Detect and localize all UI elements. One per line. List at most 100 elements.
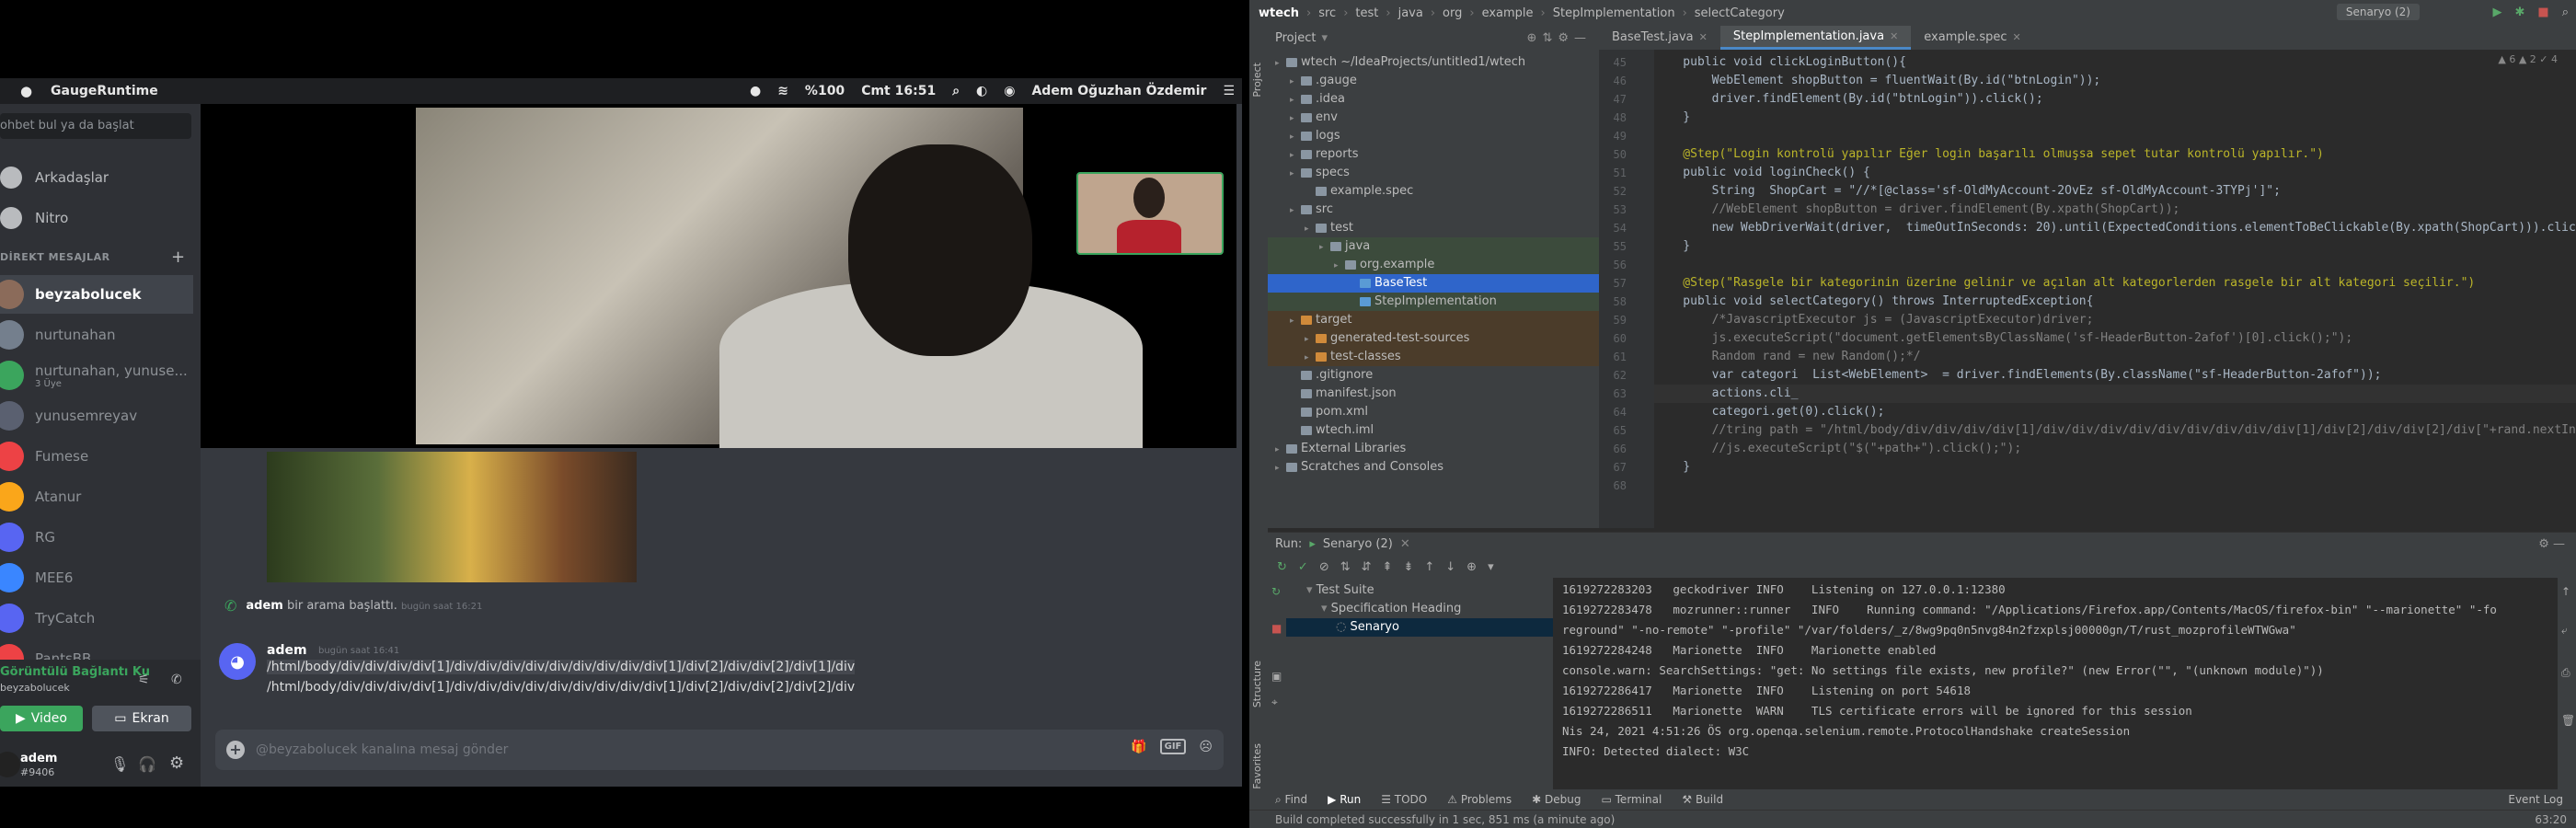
- cursor-position[interactable]: 63:20: [2535, 813, 2567, 826]
- tree-item[interactable]: ▸ wtech ~/IdeaProjects/untitled1/wtech: [1268, 53, 1599, 72]
- chevron-right-icon[interactable]: ▸: [1290, 146, 1301, 165]
- dm-item[interactable]: nurtunahan, yunuse... 3 Üye: [0, 356, 193, 395]
- chevron-right-icon[interactable]: ▸: [1290, 73, 1301, 91]
- show-ignored-icon[interactable]: ⊘: [1319, 560, 1329, 574]
- upload-plus-icon[interactable]: +: [226, 741, 245, 759]
- project-view-selector[interactable]: Project: [1275, 31, 1316, 45]
- battery-label[interactable]: %100: [805, 84, 845, 98]
- settings-gear-icon[interactable]: ⚙: [169, 753, 184, 773]
- tab-stepimplementation[interactable]: StepImplementation.java ✕: [1719, 25, 1912, 50]
- dm-item[interactable]: MEE6: [0, 558, 193, 597]
- image-attachment[interactable]: [267, 452, 637, 582]
- headphones-icon[interactable]: 🎧: [138, 755, 156, 773]
- rerun-icon[interactable]: ↻: [1277, 560, 1287, 574]
- run-config-selector[interactable]: Senaryo (2): [2336, 4, 2420, 20]
- sort-icon[interactable]: ⇅: [1340, 560, 1351, 574]
- test-tree-item[interactable]: ▾ Test Suite: [1286, 581, 1553, 600]
- tree-item[interactable]: ▸ env: [1268, 109, 1599, 127]
- chevron-right-icon[interactable]: ▸: [1305, 349, 1316, 367]
- nav-friends[interactable]: Arkadaşlar: [0, 159, 193, 196]
- stop-icon[interactable]: ■: [1271, 622, 1282, 635]
- siri-icon[interactable]: ◉: [1004, 84, 1015, 98]
- collapse-all-icon[interactable]: ⇟: [1403, 560, 1413, 574]
- close-icon[interactable]: ✕: [1400, 537, 1410, 551]
- bottom-tab[interactable]: ▶ Run: [1328, 793, 1361, 806]
- message-input[interactable]: [256, 739, 992, 761]
- breadcrumb-item[interactable]: org: [1443, 6, 1462, 20]
- wifi-icon[interactable]: ≋: [777, 84, 788, 98]
- menubar-user[interactable]: Adem Oğuzhan Özdemir: [1031, 84, 1206, 98]
- tree-item[interactable]: pom.xml: [1268, 403, 1599, 421]
- message-author[interactable]: adem: [267, 643, 307, 658]
- bottom-tab[interactable]: ⌕ Find: [1275, 793, 1307, 807]
- breadcrumb-item[interactable]: src: [1318, 6, 1336, 20]
- spotlight-icon[interactable]: ⌕: [952, 84, 960, 98]
- close-icon[interactable]: ✕: [2013, 26, 2021, 50]
- noise-suppression-icon[interactable]: ⚟: [138, 673, 150, 687]
- panel-options-icon[interactable]: ⊕⇅⚙—: [1527, 31, 1592, 45]
- chevron-right-icon[interactable]: ▸: [1290, 109, 1301, 128]
- remote-video[interactable]: [416, 108, 1143, 448]
- breadcrumb-item[interactable]: java: [1398, 6, 1423, 20]
- tree-item[interactable]: ▸ logs: [1268, 127, 1599, 145]
- tree-item[interactable]: manifest.json: [1268, 385, 1599, 403]
- tree-item[interactable]: .gitignore: [1268, 366, 1599, 385]
- bottom-tab[interactable]: ▭ Terminal: [1601, 793, 1662, 806]
- tree-item[interactable]: StepImplementation: [1268, 293, 1599, 311]
- chevron-right-icon[interactable]: ▸: [1305, 330, 1316, 349]
- menubar-clock[interactable]: Cmt 16:51: [861, 84, 936, 98]
- dm-item[interactable]: nurtunahan: [0, 316, 193, 354]
- discord-logo-avatar[interactable]: ◕: [219, 643, 256, 680]
- gift-icon[interactable]: 🎁: [1131, 740, 1146, 754]
- run-tab[interactable]: Senaryo (2): [1323, 537, 1393, 551]
- breadcrumb-item[interactable]: selectCategory: [1695, 6, 1785, 20]
- tree-item[interactable]: ▸ src: [1268, 201, 1599, 219]
- chevron-right-icon[interactable]: ▸: [1275, 441, 1286, 459]
- chevron-right-icon[interactable]: ▸: [1290, 91, 1301, 109]
- tab-example-spec[interactable]: example.spec ✕: [1911, 26, 2033, 50]
- up-icon[interactable]: ↑: [2561, 585, 2570, 598]
- chevron-right-icon[interactable]: ▸: [1290, 165, 1301, 183]
- settings-gear-icon[interactable]: ⚙ —: [2538, 537, 2565, 551]
- add-dm-icon[interactable]: +: [171, 247, 185, 267]
- prev-icon[interactable]: ↑: [1424, 560, 1434, 574]
- search-icon[interactable]: ⌕: [2562, 6, 2569, 19]
- close-icon[interactable]: ✕: [1890, 25, 1898, 49]
- chevron-right-icon[interactable]: ▸: [1275, 54, 1286, 73]
- tree-item[interactable]: BaseTest: [1268, 274, 1599, 293]
- chevron-right-icon[interactable]: ▸: [1290, 312, 1301, 330]
- tab-basetest[interactable]: BaseTest.java ✕: [1599, 26, 1720, 50]
- structure-tool-tab[interactable]: Structure: [1251, 661, 1263, 707]
- tree-item[interactable]: ▸ .idea: [1268, 90, 1599, 109]
- apple-icon[interactable]: ●: [20, 83, 32, 99]
- chevron-right-icon[interactable]: ▸: [1290, 128, 1301, 146]
- tree-item[interactable]: ▸ test: [1268, 219, 1599, 237]
- dm-item[interactable]: beyzabolucek: [0, 275, 193, 314]
- bottom-tab[interactable]: ☰ TODO: [1381, 793, 1427, 806]
- breadcrumb-item[interactable]: StepImplementation: [1553, 6, 1675, 20]
- nav-nitro[interactable]: Nitro: [0, 200, 193, 236]
- control-center-icon[interactable]: ◐: [976, 84, 987, 98]
- tree-item[interactable]: ▸ reports: [1268, 145, 1599, 164]
- show-passed-icon[interactable]: ✓: [1298, 560, 1308, 574]
- chevron-down-icon[interactable]: ▾: [1488, 560, 1494, 574]
- tree-item[interactable]: example.spec: [1268, 182, 1599, 201]
- tree-item[interactable]: ▸ Scratches and Consoles: [1268, 458, 1599, 477]
- dm-search-input[interactable]: ohbet bul ya da başlat: [0, 113, 191, 139]
- run-icon[interactable]: ▶: [2493, 6, 2502, 19]
- run-icon[interactable]: ↻: [1271, 585, 1281, 598]
- emoji-icon[interactable]: ☹: [1199, 740, 1213, 754]
- next-icon[interactable]: ↓: [1445, 560, 1455, 574]
- tree-item[interactable]: ▸ org.example: [1268, 256, 1599, 274]
- zoom-icon[interactable]: ⊕: [1466, 560, 1477, 574]
- video-button[interactable]: ▶ Video: [0, 706, 83, 731]
- gif-button[interactable]: GIF: [1159, 739, 1187, 754]
- trash-icon[interactable]: 🗑: [2561, 714, 2575, 727]
- dm-item[interactable]: yunusemreyav: [0, 397, 193, 435]
- screen-share-button[interactable]: ▭ Ekran: [92, 706, 191, 731]
- expand-all-icon[interactable]: ⇞: [1383, 560, 1393, 574]
- pin-icon[interactable]: ⌖: [1271, 696, 1278, 709]
- chevron-right-icon[interactable]: ▸: [1334, 257, 1345, 275]
- tree-item[interactable]: wtech.iml: [1268, 421, 1599, 440]
- debug-icon[interactable]: ✱: [2515, 6, 2525, 19]
